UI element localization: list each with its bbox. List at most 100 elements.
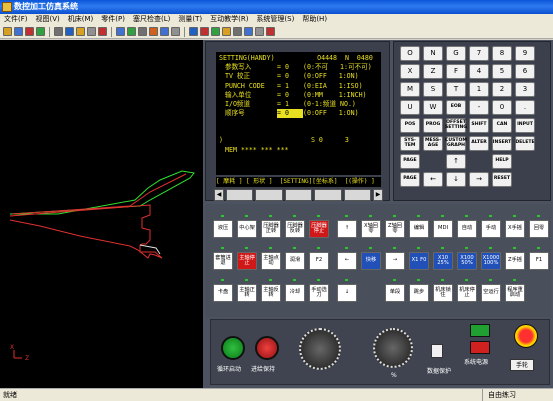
softkey-left-button[interactable]: ◀ [214,189,224,201]
op-button-r1-7[interactable]: Z轴回零 [385,220,405,238]
feed-hold-button[interactable] [255,336,279,360]
toolbar-icon-5[interactable] [65,27,74,36]
key-9[interactable]: 9 [515,46,535,61]
op-button-r3-9[interactable]: 机床停止 [457,284,477,302]
key-6[interactable]: 6 [515,64,535,79]
key-f[interactable]: F [446,64,466,79]
key-n[interactable]: N [423,46,443,61]
menu-item-7[interactable]: 系统管理(S) [252,14,298,25]
key-z[interactable]: Z [423,64,443,79]
key--[interactable]: . [515,100,535,115]
op-button-r3-3[interactable]: 冷却 [285,284,305,302]
op-button-r1-3[interactable]: 压脚器反转 [285,220,305,238]
key-0[interactable]: 0 [492,100,512,115]
key-8[interactable]: 8 [492,46,512,61]
op-button-r2-13[interactable]: F1 [529,252,549,270]
op-button-r1-2[interactable]: 压脚器正转 [261,220,281,238]
key--[interactable]: ↓ [446,172,466,187]
key-eob[interactable]: EOB [446,100,466,115]
key-shift[interactable]: SHIFT [469,118,489,133]
menu-item-4[interactable]: 塞尺检查(L) [129,14,174,25]
key-can[interactable]: CAN [492,118,512,133]
op-button-r1-1[interactable]: 中心架 [237,220,257,238]
toolbar-icon-2[interactable] [25,27,34,36]
op-button-r2-6[interactable]: 快移 [361,252,381,270]
power-on-button[interactable] [470,324,490,337]
toolbar-icon-16[interactable] [200,27,209,36]
toolbar-icon-1[interactable] [14,27,23,36]
key-delete[interactable]: DELETE [515,136,535,151]
op-button-r3-2[interactable]: 主轴反转 [261,284,281,302]
key-2[interactable]: 2 [492,82,512,97]
key-o[interactable]: O [400,46,420,61]
toolbar-icon-8[interactable] [98,27,107,36]
op-button-r3-4[interactable]: 手动选刀 [309,284,329,302]
op-button-r1-9[interactable]: MDI [433,220,453,238]
key-4[interactable]: 4 [469,64,489,79]
op-button-r1-13[interactable]: 回零 [529,220,549,238]
menu-item-3[interactable]: 零件(P) [97,14,129,25]
key-5[interactable]: 5 [492,64,512,79]
feed-override-dial[interactable] [299,328,341,370]
key--[interactable]: ↑ [446,154,466,169]
data-protect-key[interactable] [431,344,443,358]
key--[interactable]: → [469,172,489,187]
op-button-r2-3[interactable]: 润滑 [285,252,305,270]
toolbar-icon-6[interactable] [76,27,85,36]
op-button-r3-11[interactable]: 程序重启动 [505,284,525,302]
op-button-r2-0[interactable]: 套筒进退 [213,252,233,270]
toolbar-icon-7[interactable] [87,27,96,36]
key-reset[interactable]: RESET [492,172,512,187]
key-sys-tem[interactable]: SYS-TEM [400,136,420,151]
toolbar-icon-15[interactable] [189,27,198,36]
op-button-r3-0[interactable]: 卡盘 [213,284,233,302]
op-button-r1-5[interactable]: ↑ [337,220,357,238]
op-button-r1-6[interactable]: X轴回零 [361,220,381,238]
toolbar-icon-14[interactable] [171,27,180,36]
key-7[interactable]: 7 [469,46,489,61]
op-button-r2-11[interactable]: X1000 100% [481,252,501,270]
op-button-r3-8[interactable]: 机床锁住 [433,284,453,302]
toolbar-icon-19[interactable] [233,27,242,36]
op-button-r2-1[interactable]: 主轴停止 [237,252,257,270]
key-3[interactable]: 3 [515,82,535,97]
menu-item-2[interactable]: 机床(M) [64,14,98,25]
menu-item-6[interactable]: 互动教学(R) [206,14,252,25]
softkey-1[interactable] [226,189,254,201]
menu-item-0[interactable]: 文件(F) [0,14,32,25]
key-pos[interactable]: POS [400,118,420,133]
op-button-r3-1[interactable]: 主轴正转 [237,284,257,302]
toolbar-icon-10[interactable] [127,27,136,36]
op-button-r2-5[interactable]: ← [337,252,357,270]
toolbar-icon-18[interactable] [222,27,231,36]
op-button-r1-10[interactable]: 自动 [457,220,477,238]
toolbar-icon-4[interactable] [54,27,63,36]
key-page[interactable]: PAGE [400,172,420,187]
cycle-start-button[interactable] [221,336,245,360]
key-input[interactable]: INPUT [515,118,535,133]
op-button-r1-11[interactable]: 手动 [481,220,501,238]
key-insert[interactable]: INSERT [492,136,512,151]
toolbar-icon-0[interactable] [3,27,12,36]
op-button-r2-8[interactable]: X1 F0 [409,252,429,270]
op-button-r2-12[interactable]: Z手摇 [505,252,525,270]
softkey-3[interactable] [284,189,313,201]
softkey-right-button[interactable]: ▶ [373,189,384,201]
key-offset-setting[interactable]: OFFSET SETTING [445,118,467,133]
toolbar-icon-3[interactable] [36,27,45,36]
op-button-r3-5[interactable]: ↓ [337,284,357,302]
op-button-r2-9[interactable]: X10 25% [433,252,453,270]
op-button-r3-7[interactable]: 跳步 [409,284,429,302]
key--[interactable]: ← [423,172,443,187]
softkey-4[interactable] [314,189,342,201]
spindle-override-dial[interactable] [373,328,413,368]
op-button-r2-10[interactable]: X100 50% [457,252,477,270]
key-1[interactable]: 1 [469,82,489,97]
key-u[interactable]: U [400,100,420,115]
emergency-stop-button[interactable] [514,324,538,348]
menu-item-5[interactable]: 测量(T) [174,14,206,25]
simulation-viewport[interactable]: Z X [0,40,203,388]
softkey-2[interactable] [255,189,283,201]
key-t[interactable]: T [446,82,466,97]
op-button-r2-7[interactable]: → [385,252,405,270]
